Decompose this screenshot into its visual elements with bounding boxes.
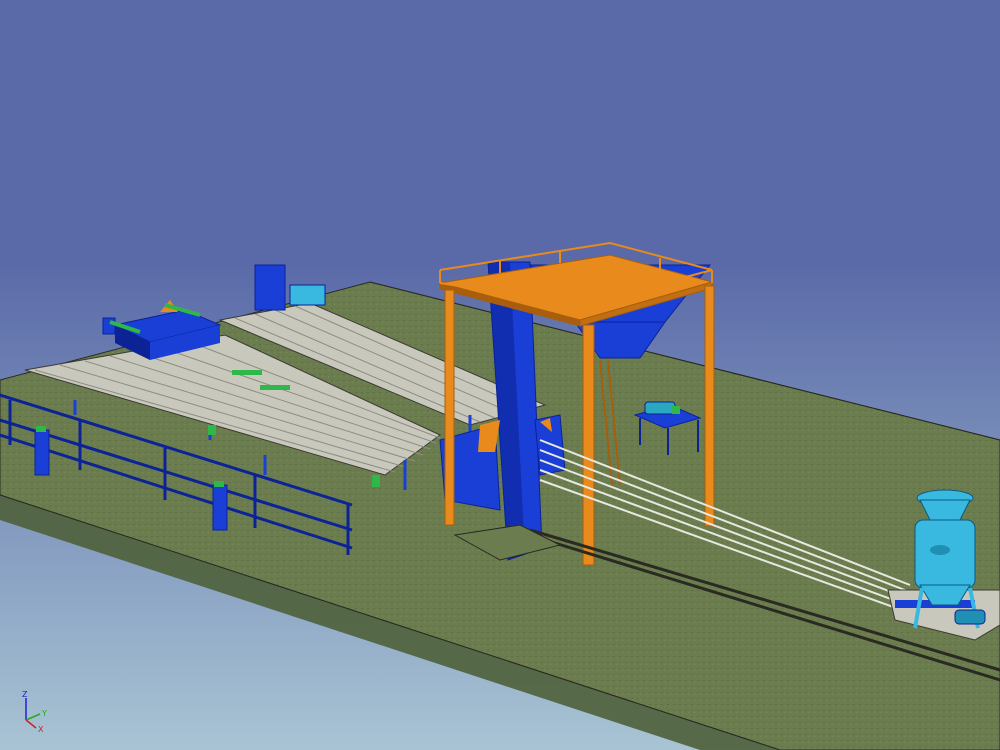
axis-triad: Z Y X [22, 690, 47, 734]
z-axis-label: Z [22, 690, 28, 699]
x-axis-label: X [38, 725, 44, 734]
3d-model-scene[interactable] [0, 0, 1000, 750]
x-axis-line [25, 719, 37, 729]
cad-viewport[interactable]: Z Y X [0, 0, 1000, 750]
y-axis-line [25, 713, 41, 721]
y-axis-label: Y [41, 709, 47, 718]
